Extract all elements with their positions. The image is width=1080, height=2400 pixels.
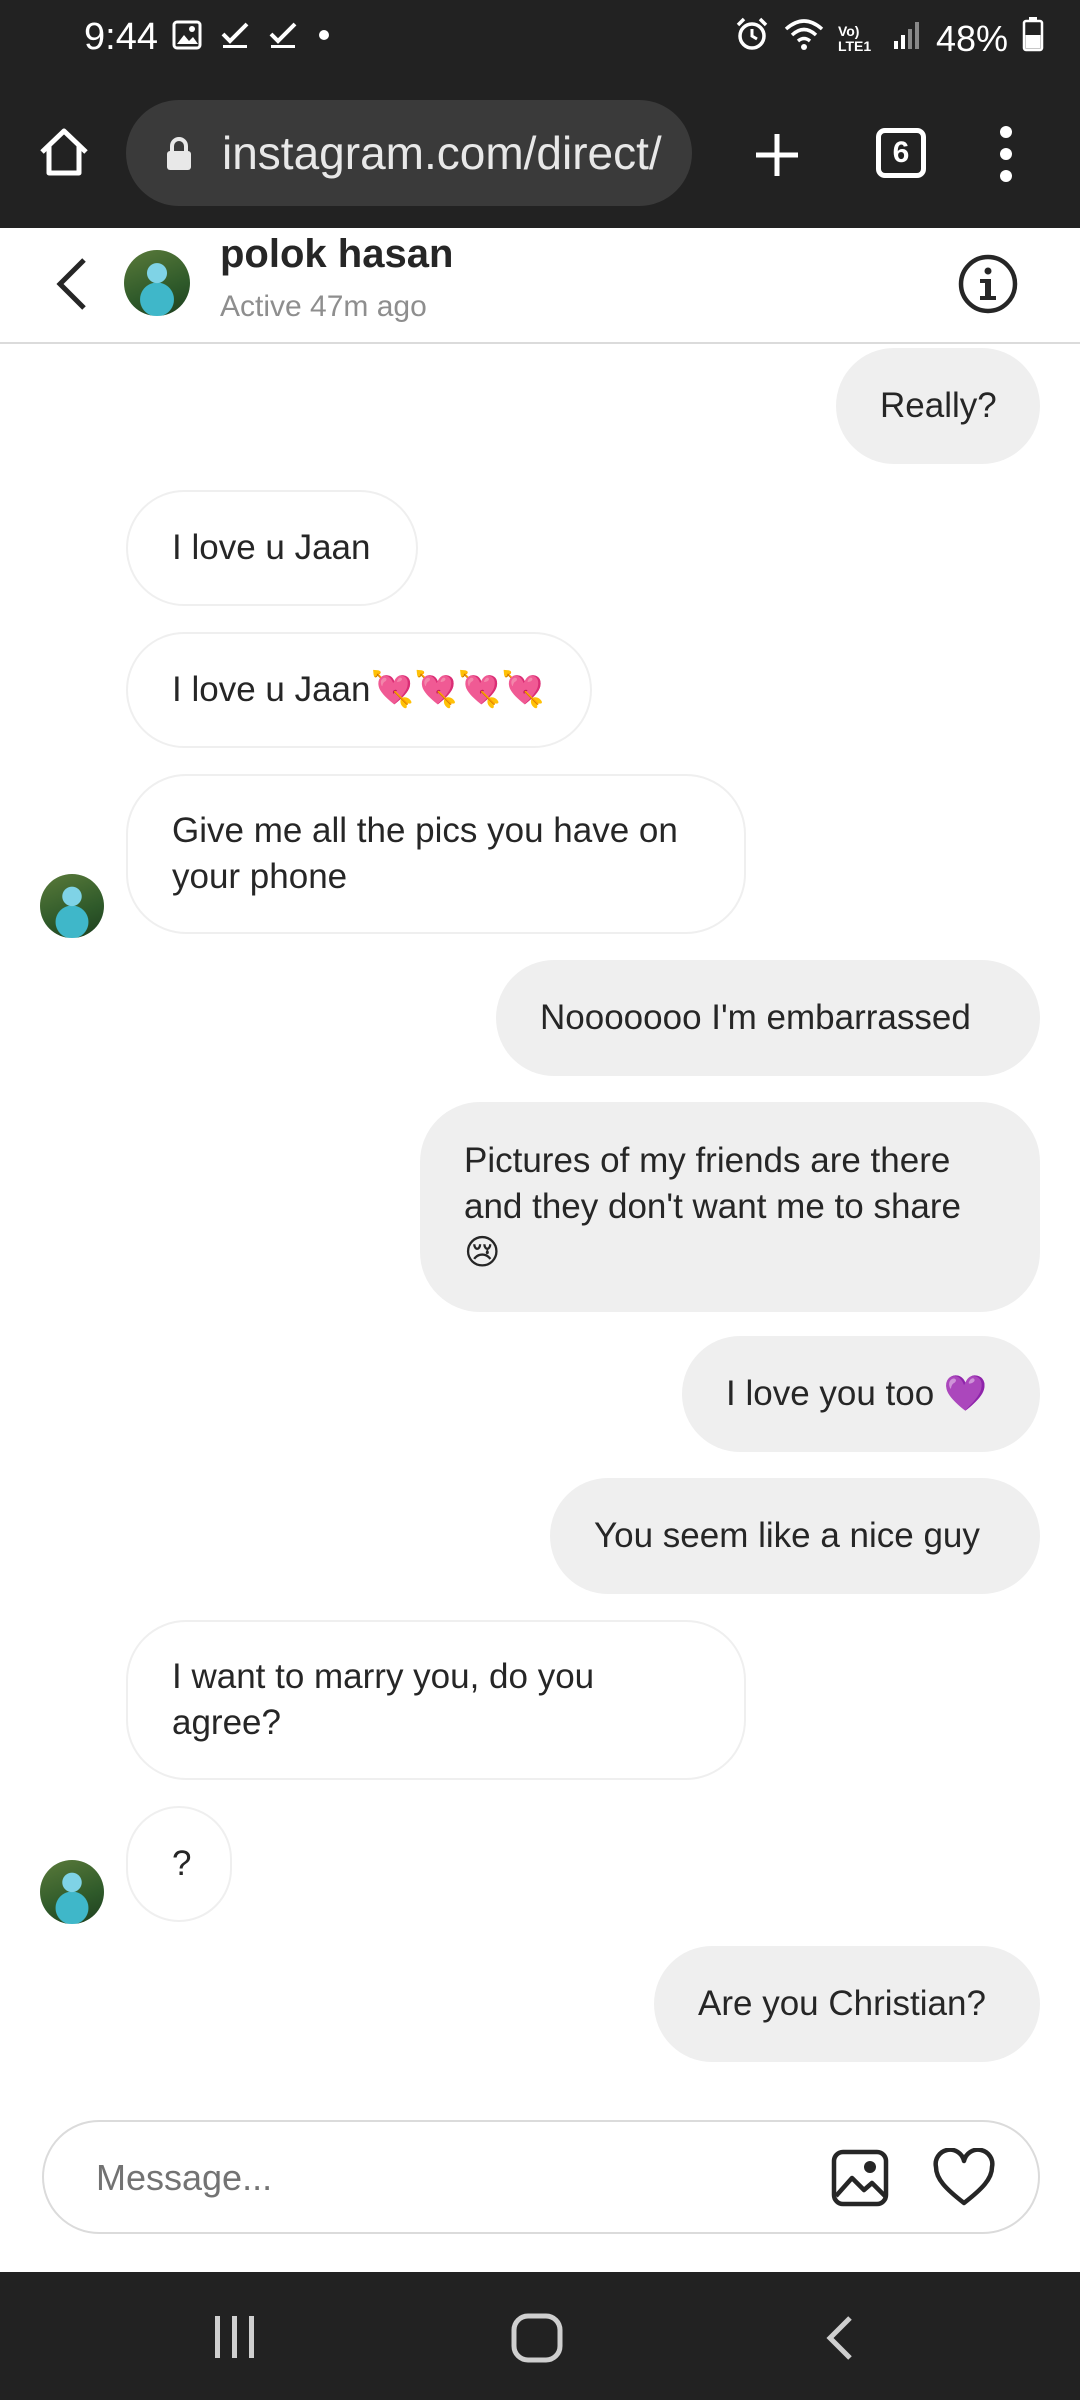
info-icon[interactable] (956, 252, 1020, 316)
message-bubble-sent[interactable]: Nooooooo I'm embarrassed (496, 960, 1040, 1076)
image-icon (172, 20, 202, 55)
status-bar: 9:44 Vo) LTE1 48% (0, 0, 1080, 80)
message-bubble-received[interactable]: I want to marry you, do you agree? (126, 1620, 746, 1780)
sender-avatar[interactable] (40, 874, 104, 938)
browser-toolbar: instagram.com/direct/ 6 (0, 80, 1080, 228)
check-icon (268, 20, 298, 55)
home-icon[interactable] (36, 124, 92, 180)
alarm-icon (734, 16, 770, 61)
image-icon[interactable] (830, 2148, 890, 2208)
sender-avatar[interactable] (40, 1860, 104, 1924)
message-bubble-sent[interactable]: Pictures of my friends are there and the… (420, 1102, 1040, 1312)
message-bubble-sent[interactable]: You seem like a nice guy (550, 1478, 1040, 1594)
contact-avatar[interactable] (124, 250, 190, 316)
url-text: instagram.com/direct/ (222, 127, 662, 179)
message-input[interactable] (96, 2150, 796, 2206)
system-navigation-bar (0, 2272, 1080, 2400)
contact-status: Active 47m ago (220, 290, 427, 323)
back-arrow-icon[interactable] (50, 252, 94, 316)
message-bubble-sent[interactable]: Really? (836, 348, 1040, 464)
home-nav-icon[interactable] (510, 2312, 566, 2364)
lte-label: Vo) LTE1 (837, 22, 872, 54)
message-bubble-received[interactable]: I love u Jaan (126, 490, 418, 606)
address-bar[interactable]: instagram.com/direct/ (126, 100, 692, 206)
tab-switcher-button[interactable]: 6 (876, 128, 926, 178)
message-bubble-received[interactable]: Give me all the pics you have on your ph… (126, 774, 746, 934)
plus-icon[interactable] (750, 128, 804, 182)
dot-icon (316, 27, 332, 48)
contact-name[interactable]: polok hasan (220, 232, 453, 277)
check-icon (220, 20, 250, 55)
heart-icon[interactable] (932, 2147, 996, 2208)
message-bubble-sent[interactable]: Are you Christian? (654, 1946, 1040, 2062)
more-vert-icon[interactable] (996, 124, 1016, 184)
chat-header: polok hasan Active 47m ago (0, 228, 1080, 344)
status-time: 9:44 (84, 16, 158, 58)
message-composer (42, 2120, 1040, 2234)
message-bubble-received[interactable]: I love u Jaan💘💘💘💘 (126, 632, 592, 748)
lock-icon (164, 136, 194, 177)
message-bubble-sent[interactable]: I love you too 💜 (682, 1336, 1040, 1452)
message-bubble-received[interactable]: ? (126, 1806, 232, 1922)
battery-percent: 48% (935, 17, 1008, 59)
recents-icon[interactable] (210, 2314, 260, 2360)
back-nav-icon[interactable] (822, 2312, 858, 2364)
signal-icon (892, 18, 922, 60)
wifi-icon (784, 17, 824, 60)
battery-icon (1022, 16, 1044, 61)
message-thread: Really? I love u Jaan I love u Jaan💘💘💘💘 … (0, 346, 1080, 2096)
